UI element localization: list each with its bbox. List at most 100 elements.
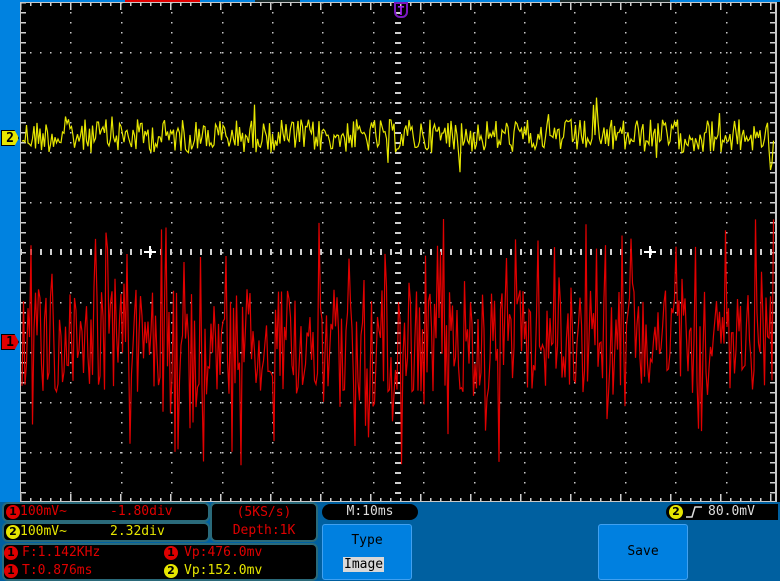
grid-dot (700, 152, 702, 154)
grid-dot (524, 272, 526, 274)
grid-dot (222, 492, 224, 494)
grid-dot (430, 352, 432, 354)
grid-dot (730, 52, 732, 54)
trigger-info[interactable]: 2 80.0mV (666, 504, 778, 520)
grid-dot (574, 462, 576, 464)
grid-dot (272, 252, 274, 254)
grid-dot (373, 142, 375, 144)
grid-dot (590, 102, 592, 104)
border-tick (220, 2, 222, 10)
grid-dot (280, 152, 282, 154)
grid-dot (171, 422, 173, 424)
timebase-readout[interactable]: M:10ms (322, 504, 418, 520)
center-axis-tick (395, 452, 401, 454)
grid-dot (310, 302, 312, 304)
grid-dot (272, 232, 274, 234)
grid-dot (121, 372, 123, 374)
freq-badge-icon: 1 (4, 546, 18, 560)
grid-dot (574, 212, 576, 214)
grid-dot (726, 462, 728, 464)
grid-dot (574, 112, 576, 114)
grid-dot (560, 452, 562, 454)
grid-dot (474, 252, 476, 254)
type-softkey[interactable]: Type Image (322, 524, 412, 580)
grid-dot (726, 72, 728, 74)
center-axis-tick (210, 249, 212, 255)
grid-dot (222, 72, 224, 74)
grid-dot (740, 202, 742, 204)
center-axis-tick (680, 249, 682, 255)
grid-dot (50, 52, 52, 54)
grid-dot (272, 482, 274, 484)
grid-dot (121, 72, 123, 74)
grid-dot (70, 352, 72, 354)
grid-dot (373, 292, 375, 294)
ch2-info-panel[interactable]: 2 100mV~ 2.32div (2, 522, 210, 542)
grid-dot (600, 402, 602, 404)
grid-dot (574, 92, 576, 94)
grid-dot (625, 432, 627, 434)
grid-dot (350, 352, 352, 354)
ch1-info-panel[interactable]: 1 100mV~ -1.80div (2, 502, 210, 522)
save-softkey[interactable]: Save (598, 524, 688, 580)
grid-dot (675, 422, 677, 424)
grid-dot (330, 102, 332, 104)
grid-dot (390, 402, 392, 404)
center-axis-tick (395, 422, 401, 424)
grid-dot (650, 302, 652, 304)
grid-dot (580, 202, 582, 204)
border-tick (170, 2, 172, 10)
center-axis-tick (395, 52, 401, 54)
grid-dot (100, 452, 102, 454)
border-tick (770, 494, 772, 502)
center-axis-tick (395, 182, 401, 184)
grid-dot (574, 12, 576, 14)
grid-dot (260, 452, 262, 454)
grid-dot (300, 452, 302, 454)
grid-dot (474, 492, 476, 494)
grid-dot (570, 52, 572, 54)
grid-dot (474, 242, 476, 244)
center-axis-tick (690, 249, 692, 255)
grid-dot (70, 62, 72, 64)
border-tick (370, 494, 372, 502)
grid-dot (380, 352, 382, 354)
grid-dot (390, 302, 392, 304)
grid-dot (524, 282, 526, 284)
grid-dot (640, 452, 642, 454)
grid-dot (590, 452, 592, 454)
grid-dot (340, 302, 342, 304)
grid-dot (90, 402, 92, 404)
grid-dot (474, 32, 476, 34)
center-axis-tick (330, 249, 332, 255)
grid-dot (625, 222, 627, 224)
grid-dot (222, 302, 224, 304)
grid-dot (423, 422, 425, 424)
grid-dot (121, 22, 123, 24)
grid-dot (625, 52, 627, 54)
center-axis-tick (395, 262, 401, 264)
grid-dot (520, 152, 522, 154)
grid-dot (222, 392, 224, 394)
grid-dot (390, 352, 392, 354)
grid-dot (322, 422, 324, 424)
grid-dot (460, 202, 462, 204)
grid-dot (450, 452, 452, 454)
grid-dot (322, 142, 324, 144)
grid-dot (574, 422, 576, 424)
grid-dot (320, 402, 322, 404)
grid-dot (373, 72, 375, 74)
center-axis-tick (320, 249, 322, 255)
grid-dot (420, 102, 422, 104)
grid-dot (322, 222, 324, 224)
grid-dot (80, 52, 82, 54)
grid-dot (670, 452, 672, 454)
trigger-position-marker[interactable]: T (394, 2, 408, 18)
grid-dot (474, 362, 476, 364)
grid-dot (180, 402, 182, 404)
grid-dot (726, 12, 728, 14)
grid-dot (171, 272, 173, 274)
grid-dot (524, 102, 526, 104)
grid-dot (510, 52, 512, 54)
grid-dot (490, 202, 492, 204)
